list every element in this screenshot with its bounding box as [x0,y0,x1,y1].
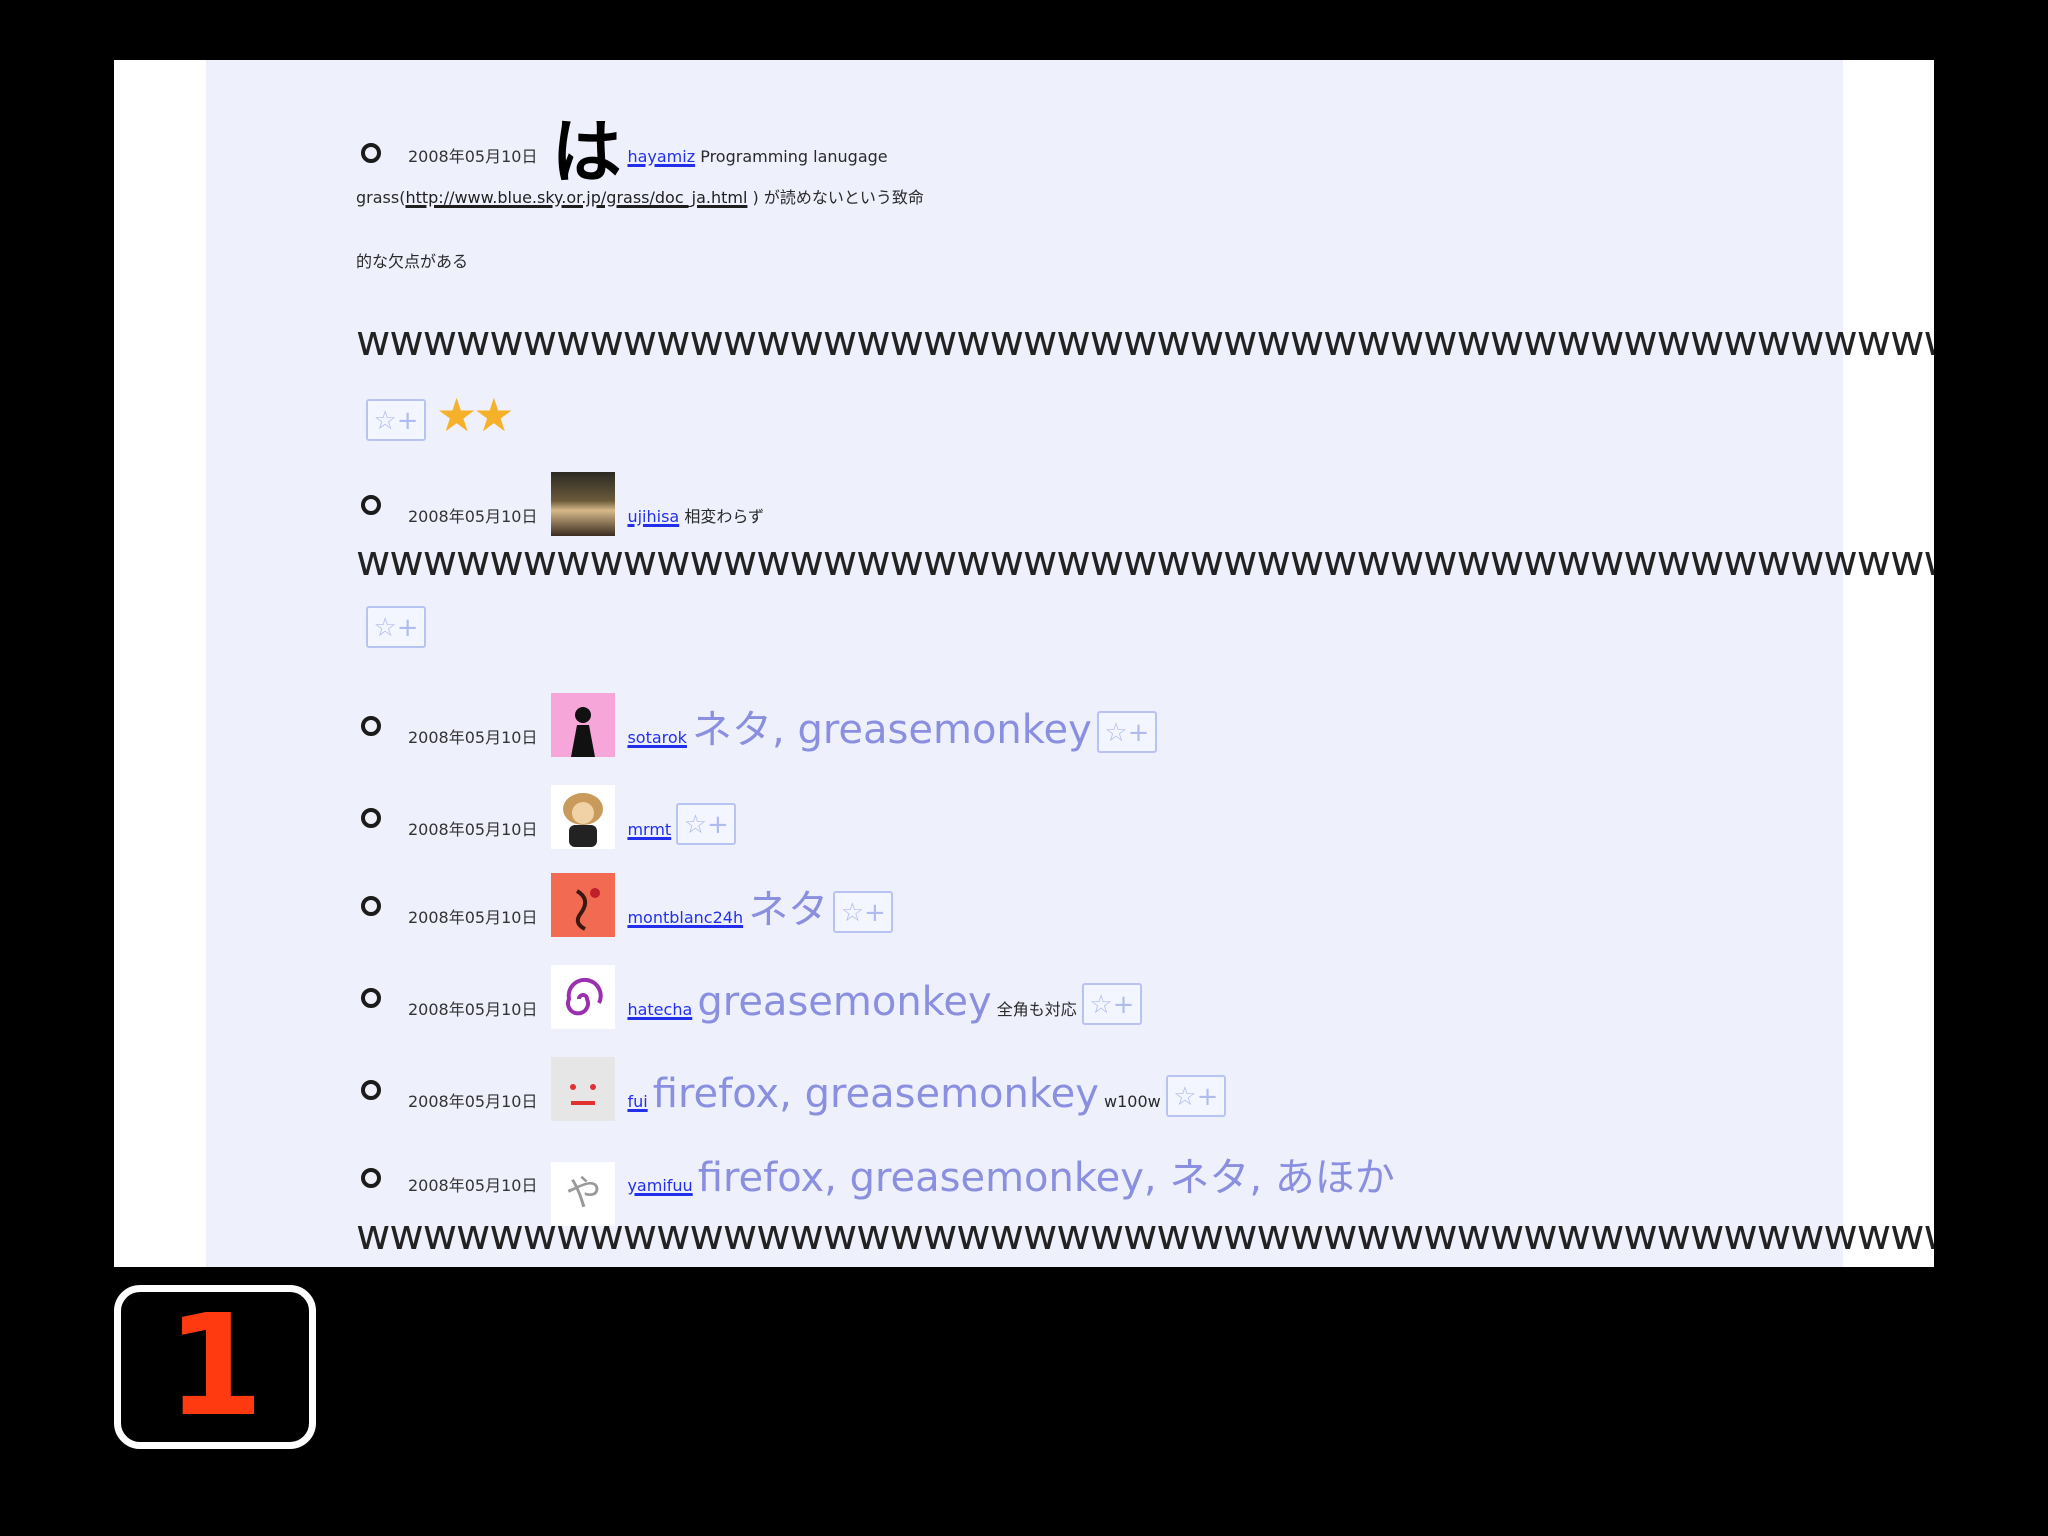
entry-w-line: wwwwwwwwwwwwwwwwwwwwwwwwwwwwwwwwwwwwwwww… [356,1210,1934,1259]
entry-tags[interactable]: ネタ [748,887,828,933]
add-star-button[interactable]: ☆+ [366,606,426,648]
add-star-button[interactable]: ☆+ [676,803,737,845]
entry-comment-continued: ) が読めないという致命 [747,188,924,207]
user-link[interactable]: yamifuu [627,1176,692,1195]
ujihisa-avatar-icon [551,472,616,536]
entry-w-line: wwwwwwwwwwwwwwwwwwwwwwwwwwwwwwwwwwwwwwww… [356,316,1934,365]
user-link[interactable]: sotarok [627,728,686,747]
entry-comment: 全角も対応 [996,1000,1077,1019]
entry-tags[interactable]: greasemonkey [697,979,991,1025]
mrmt-avatar-icon [551,785,616,849]
entry-date: 2008年05月10日 [408,1000,538,1019]
add-star-button[interactable]: ☆+ [833,891,894,933]
user-link[interactable]: ujihisa [627,507,679,526]
entry-comment-continued: grass( [356,188,406,207]
user-link[interactable]: fui [627,1092,647,1111]
entry-comment-continued: 的な欠点がある [356,252,469,271]
add-star-button[interactable]: ☆+ [1165,1075,1226,1117]
entry-comment: Programming lanugage [700,147,888,166]
slide-number-badge: 1 [114,1285,316,1449]
bookmark-comments-panel: 2008年05月10日は hayamiz Programming lanugage… [114,60,1934,1267]
entry-date: 2008年05月10日 [408,1176,538,1195]
entry-date: 2008年05月10日 [408,820,538,839]
entry-date: 2008年05月10日 [408,147,538,166]
entry-tags[interactable]: firefox, greasemonkey [653,1071,1099,1117]
add-star-button[interactable]: ☆+ [1096,711,1157,753]
external-link[interactable]: http://www.blue.sky.or.jp/grass/doc_ja.h… [405,188,747,207]
sotarok-avatar-icon [551,693,616,757]
user-link[interactable]: hayamiz [627,147,695,166]
entry-date: 2008年05月10日 [408,507,538,526]
user-link[interactable]: mrmt [627,820,671,839]
add-star-button[interactable]: ☆+ [366,399,426,441]
add-star-button[interactable]: ☆+ [1081,983,1142,1025]
montblanc24h-avatar-icon [551,873,616,937]
entry-comment: 相変わらず [684,507,764,526]
entry-w-line: wwwwwwwwwwwwwwwwwwwwwwwwwwwwwwwwwwwwwwww… [356,536,1934,585]
entry-tags[interactable]: ネタ, greasemonkey [692,707,1092,753]
star-icons[interactable]: ★★ [436,388,515,442]
entry-date: 2008年05月10日 [408,908,538,927]
user-link[interactable]: hatecha [627,1000,692,1019]
hatena-ha-glyph: は [551,111,622,193]
entry-date: 2008年05月10日 [408,728,538,747]
hatena-ha-icon: は [551,117,621,187]
fui-avatar-icon [551,1057,616,1121]
entry-comment: w100w [1104,1092,1161,1111]
hatecha-avatar-icon [551,965,616,1029]
user-link[interactable]: montblanc24h [627,908,743,927]
entry-date: 2008年05月10日 [408,1092,538,1111]
entry-tags[interactable]: firefox, greasemonkey, ネタ, あほか [698,1155,1395,1201]
